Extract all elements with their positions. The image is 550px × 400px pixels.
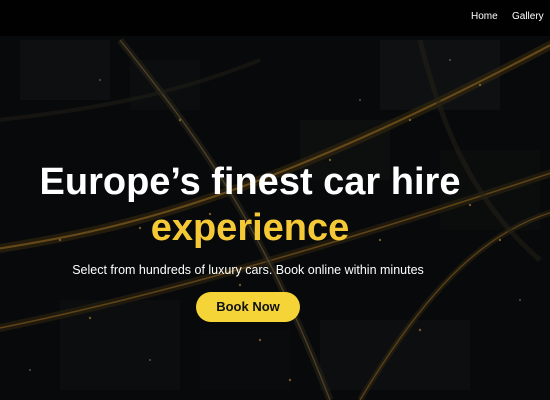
nav-home-link[interactable]: Home (471, 11, 498, 22)
book-now-button[interactable]: Book Now (196, 292, 300, 322)
top-nav-bar: Home Gallery (0, 0, 550, 36)
hero-section: Home Gallery Europe’s finest car hire ex… (0, 0, 550, 400)
hero-subtitle: Select from hundreds of luxury cars. Boo… (72, 263, 424, 277)
hero-title-highlight: experience (150, 207, 350, 249)
nav-gallery-link[interactable]: Gallery (512, 11, 544, 22)
hero-title: Europe’s finest car hire (39, 161, 461, 203)
